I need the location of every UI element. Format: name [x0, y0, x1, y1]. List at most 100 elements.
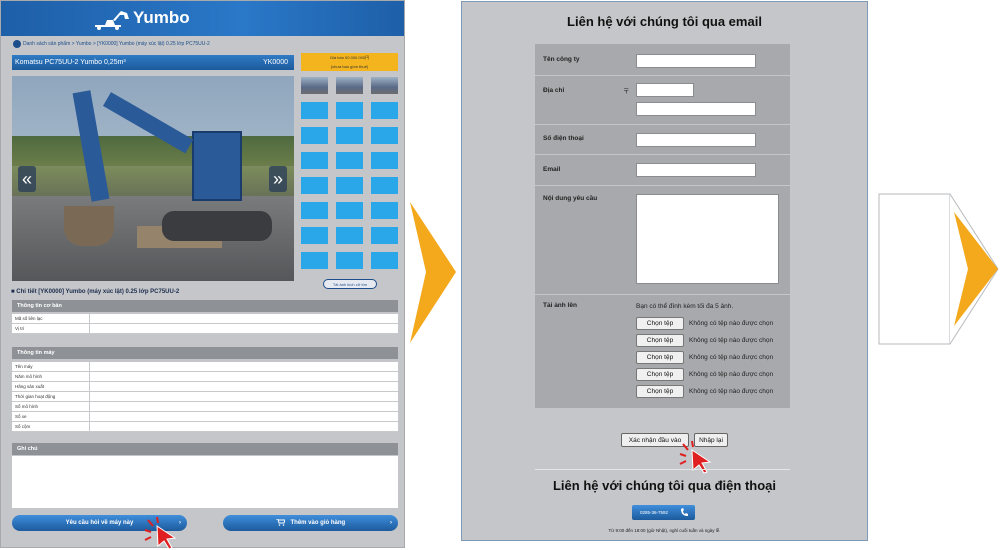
photo-trees: [12, 136, 294, 166]
thumbnail-18[interactable]: [371, 202, 398, 219]
product-detail-screen: Yumbo Danh sách sản phẩm > Yumbo > [YK00…: [0, 0, 405, 550]
cart-icon: [275, 518, 286, 526]
thumbnail-16[interactable]: [301, 202, 328, 219]
table-row: Số cộm: [12, 422, 398, 432]
address-label: Địa chỉ: [543, 87, 565, 94]
price-note: (chưa bao gồm thuế): [330, 64, 369, 69]
chevron-right-icon: ›: [390, 520, 392, 526]
phone-icon: [681, 508, 688, 516]
machine-info-header: Thông tin máy: [12, 347, 398, 359]
email-contact-form-screen: Liên hệ với chúng tôi qua email Tên công…: [461, 1, 868, 541]
price-box: Giá bán 00.000.000円 (chưa bao gồm thuế): [301, 53, 398, 71]
divider: [535, 124, 790, 125]
thumbnail-20[interactable]: [336, 227, 363, 244]
content-textarea[interactable]: [636, 194, 779, 284]
thumbnail-11[interactable]: [336, 152, 363, 169]
choose-file-button[interactable]: Chọn tệp: [636, 385, 684, 398]
choose-file-button[interactable]: Chọn tệp: [636, 351, 684, 364]
row-label: Vị trí: [15, 326, 25, 331]
thumbnail-22[interactable]: [301, 252, 328, 269]
thumbnail-6[interactable]: [371, 102, 398, 119]
thumbnail-13[interactable]: [301, 177, 328, 194]
excavator-cab: [192, 131, 242, 201]
thumbnail-12[interactable]: [371, 152, 398, 169]
home-icon[interactable]: [13, 40, 21, 48]
notes-box: [12, 456, 398, 508]
next-photo-button[interactable]: »: [269, 166, 287, 192]
company-input[interactable]: [636, 54, 756, 68]
detail-heading-text: Chi tiết [YK0000] Yumbo (máy xúc lật) 0.…: [16, 289, 180, 295]
excavator-bucket: [64, 206, 114, 246]
thumbnail-23[interactable]: [336, 252, 363, 269]
table-row: Thời gian hoạt động: [12, 392, 398, 402]
phone-number-button[interactable]: 0285-36-7592: [632, 505, 695, 520]
upload-label: Tải ảnh lên: [543, 302, 577, 309]
basic-info-header: Thông tin cơ bản: [12, 300, 398, 312]
chevron-right-icon: ›: [179, 520, 181, 526]
choose-file-button[interactable]: Chọn tệp: [636, 334, 684, 347]
table-row: Vị trí: [12, 324, 398, 334]
file-status: Không có tệp nào được chọn: [689, 388, 774, 395]
postal-mark-icon: 〒: [623, 88, 630, 95]
row-label: Hãng sản xuất: [15, 384, 45, 389]
table-row: Hãng sản xuất: [12, 382, 398, 392]
thumbnail-7[interactable]: [301, 127, 328, 144]
thumbnail-4[interactable]: [301, 102, 328, 119]
business-hours: Từ 9:00 đến 18:00 (giờ Nhật), nghỉ cuối …: [608, 528, 721, 533]
postal-code-input[interactable]: [636, 83, 694, 97]
brand-name: Yumbo: [133, 8, 190, 27]
table-row: Năm mô hình: [12, 372, 398, 382]
email-contact-heading: Liên hệ với chúng tôi qua email: [567, 14, 762, 29]
thumbnail-8[interactable]: [336, 127, 363, 144]
download-large-image-button[interactable]: Tải ảnh kích cỡ lớn: [323, 279, 377, 289]
thumbnail-17[interactable]: [336, 202, 363, 219]
thumbnail-1[interactable]: [301, 77, 328, 94]
thumbnail-2[interactable]: [336, 77, 363, 94]
thumbnail-19[interactable]: [301, 227, 328, 244]
table-row: Tên máy: [12, 362, 398, 372]
thumbnail-21[interactable]: [371, 227, 398, 244]
thumbnail-5[interactable]: [336, 102, 363, 119]
file-status: Không có tệp nào được chọn: [689, 337, 774, 344]
prev-photo-button[interactable]: «: [18, 166, 36, 192]
flow-arrow-icon: [410, 202, 456, 343]
phone-label: Số điện thoại: [543, 135, 584, 142]
breadcrumb[interactable]: Danh sách sản phẩm > Yumbo > [YK0000] Yu…: [23, 41, 210, 47]
phone-input[interactable]: [636, 133, 756, 147]
address-input[interactable]: [636, 102, 756, 116]
thumbnail-9[interactable]: [371, 127, 398, 144]
site-header: [1, 1, 404, 36]
phone-number: 0285-36-7592: [640, 510, 669, 515]
content-label: Nội dung yêu cầu: [543, 195, 598, 202]
table-row: Số xe: [12, 412, 398, 422]
choose-file-button[interactable]: Chọn tệp: [636, 368, 684, 381]
product-title: Komatsu PC75UU-2 Yumbo 0,25m³: [15, 59, 126, 66]
excavator-track: [162, 211, 272, 241]
table-row: Mã số liên lạc: [12, 314, 398, 324]
thumbnail-15[interactable]: [371, 177, 398, 194]
file-status: Không có tệp nào được chọn: [689, 320, 774, 327]
next-screen-placeholder-icon: [878, 193, 999, 345]
click-cursor-icon: [144, 516, 177, 550]
email-label: Email: [543, 166, 561, 173]
email-input[interactable]: [636, 163, 756, 177]
row-label: Thời gian hoạt động: [15, 394, 56, 399]
excavator-logo-icon: [95, 11, 129, 30]
row-label: Số cộm: [15, 424, 31, 429]
row-label: Số mô hình: [15, 404, 39, 409]
main-product-photo: « »: [12, 76, 294, 281]
file-status: Không có tệp nào được chọn: [689, 371, 774, 378]
thumbnail-24[interactable]: [371, 252, 398, 269]
thumbnail-3[interactable]: [371, 77, 398, 94]
choose-file-button[interactable]: Chọn tệp: [636, 317, 684, 330]
divider: [535, 75, 790, 76]
phone-contact-heading: Liên hệ với chúng tôi qua điện thoại: [552, 478, 777, 493]
thumbnail-14[interactable]: [336, 177, 363, 194]
divider: [535, 294, 790, 295]
divider: [535, 469, 790, 470]
row-label: Tên máy: [15, 364, 33, 369]
thumbnail-10[interactable]: [301, 152, 328, 169]
inquiry-button-label: Yêu cầu hỏi về máy này: [65, 520, 134, 526]
detail-heading: ■ Chi tiết [YK0000] Yumbo (máy xúc lật) …: [11, 289, 180, 295]
add-to-cart-button[interactable]: Thêm vào giỏ hàng ›: [223, 515, 398, 531]
